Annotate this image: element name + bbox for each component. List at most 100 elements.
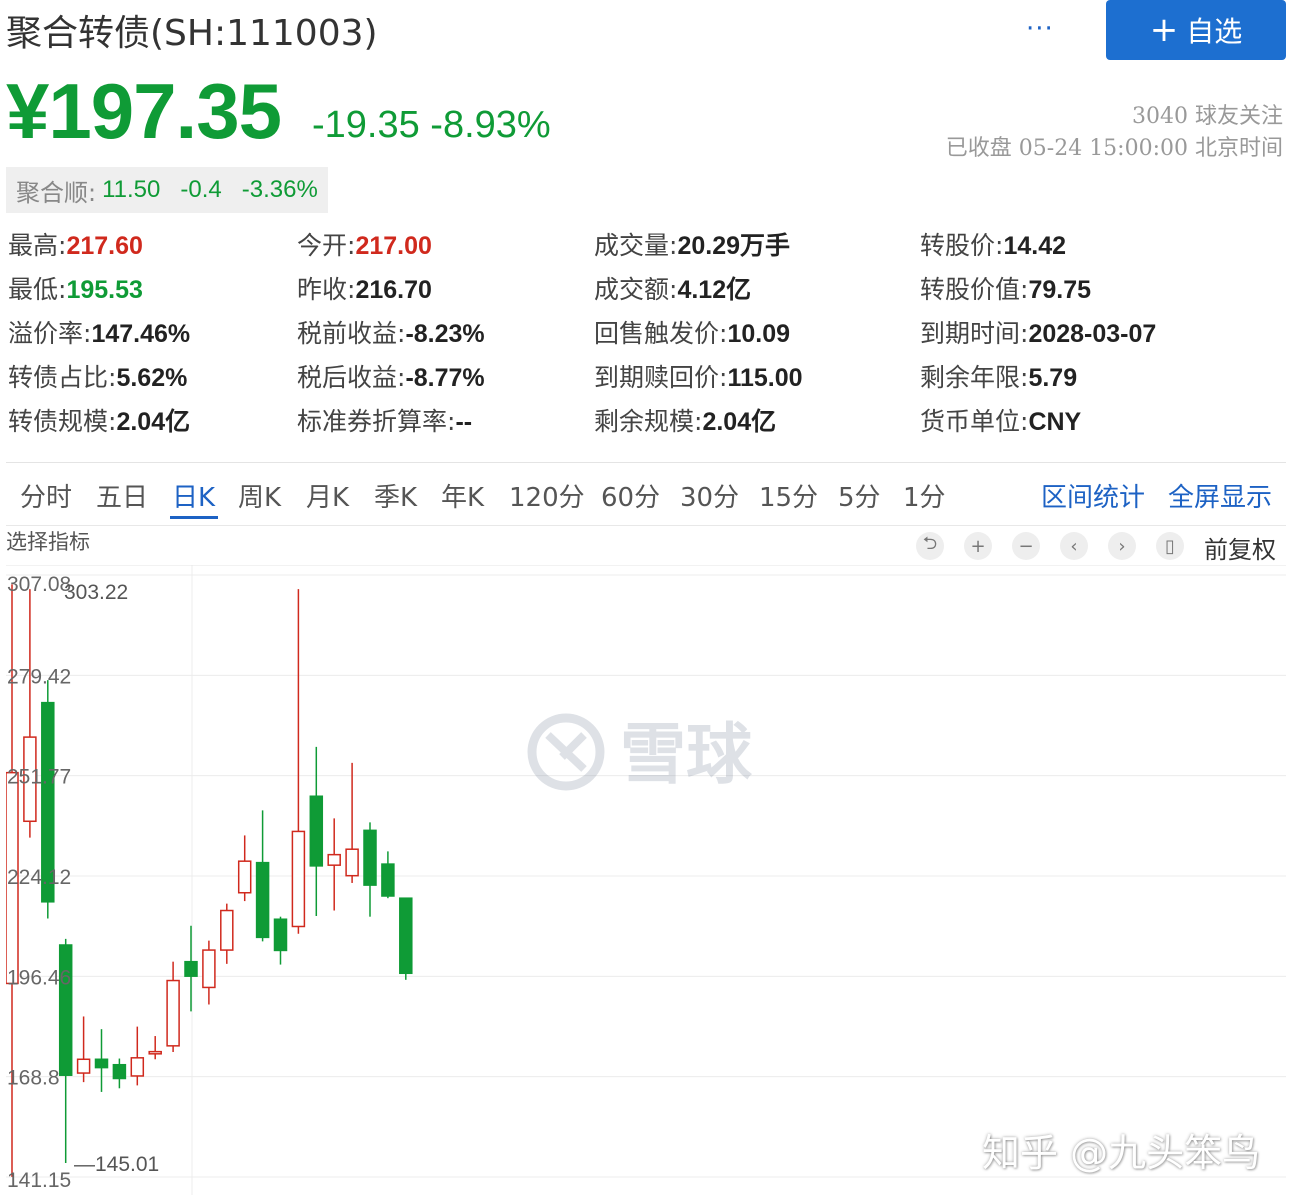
candle-body	[273, 918, 288, 952]
tab-daily-k[interactable]: 日K	[172, 477, 215, 514]
underlying-stock-quote[interactable]: 聚合顺: 11.50 -0.4 -3.36%	[6, 167, 328, 213]
candle	[345, 762, 359, 883]
pan-right-icon[interactable]: ›	[1108, 532, 1136, 560]
range-stats-link[interactable]: 区间统计	[1041, 477, 1145, 514]
price-change: -19.35 -8.93%	[312, 104, 551, 146]
stat-value: 147.46%	[91, 320, 191, 348]
stat-cell: 到期时间:2028-03-07	[920, 314, 1156, 350]
stat-value: 216.70	[355, 276, 432, 304]
candle	[399, 897, 413, 980]
stat-key: 回售触发价:	[594, 319, 728, 348]
candle	[363, 822, 377, 917]
candle	[112, 1058, 127, 1089]
kline-chart[interactable]: 雪球 307.08 279.42 251.77 224.12 196.46 168.8 14…	[6, 565, 1286, 1195]
follower-count[interactable]: 3040 球友关注	[1132, 98, 1283, 130]
watermark-text: 雪球	[620, 716, 753, 793]
stat-key: 今开:	[297, 231, 356, 260]
candle	[76, 1016, 91, 1083]
fullscreen-link[interactable]: 全屏显示	[1168, 477, 1272, 514]
stat-cell: 税前收益:-8.23%	[297, 314, 485, 350]
candle-body	[94, 1058, 109, 1069]
stat-key: 税前收益:	[297, 319, 406, 348]
tab-monthly-k[interactable]: 月K	[306, 477, 349, 514]
candle-body	[327, 853, 341, 866]
candle	[273, 916, 288, 965]
stat-value: 217.60	[66, 232, 143, 260]
stat-value: --	[455, 408, 473, 436]
stat-key: 成交额:	[594, 275, 678, 304]
min-price-label: —145.01	[74, 1153, 159, 1176]
stat-value: 14.42	[1003, 232, 1066, 260]
tab-120min[interactable]: 120分	[509, 477, 585, 514]
tab-1min[interactable]: 1分	[903, 477, 946, 514]
stat-cell: 转债占比:5.62%	[8, 358, 187, 394]
tab-weekly-k[interactable]: 周K	[238, 477, 281, 514]
stat-value: 10.09	[727, 320, 790, 348]
candle	[184, 925, 198, 1012]
stats-row: 溢价率:147.46% 税前收益:-8.23% 回售触发价:10.09 到期时间…	[8, 314, 1288, 358]
stats-row: 转债占比:5.62% 税后收益:-8.77% 到期赎回价:115.00 剩余年限…	[8, 358, 1288, 402]
zoom-out-icon[interactable]: −	[1012, 532, 1040, 560]
stat-key: 最高:	[8, 231, 67, 260]
stat-cell: 剩余年限:5.79	[920, 358, 1077, 394]
tab-five-day[interactable]: 五日	[96, 477, 148, 514]
underlying-stock-change: -0.4	[180, 176, 222, 203]
candle-body	[112, 1063, 127, 1080]
more-icon[interactable]: ···	[1026, 14, 1054, 44]
stat-value: 20.29万手	[677, 232, 790, 260]
add-watchlist-label: 自选	[1186, 15, 1243, 48]
y-tick-label: 251.77	[7, 766, 71, 789]
candle-body	[309, 795, 324, 867]
reset-icon[interactable]: ⮌	[916, 532, 944, 560]
tab-quarterly-k[interactable]: 季K	[374, 477, 417, 514]
indicator-select[interactable]: 选择指标	[6, 526, 90, 556]
tab-yearly-k[interactable]: 年K	[441, 477, 484, 514]
tab-intraday[interactable]: 分时	[20, 477, 72, 514]
stat-value: 217.00	[355, 232, 432, 260]
stat-value: 115.00	[727, 364, 803, 392]
underlying-stock-pct: -3.36%	[241, 176, 318, 203]
stat-cell: 标准券折算率:--	[297, 402, 472, 438]
candle-body	[76, 1058, 91, 1074]
candle-body	[184, 960, 198, 977]
stat-cell: 税后收益:-8.77%	[297, 358, 485, 394]
candle-body	[363, 829, 377, 886]
tab-60min[interactable]: 60分	[601, 477, 660, 514]
stat-key: 到期赎回价:	[594, 363, 728, 392]
tab-5min[interactable]: 5分	[838, 477, 881, 514]
stat-value: 5.79	[1028, 364, 1078, 392]
stat-key: 最低:	[8, 275, 67, 304]
candle	[148, 1036, 162, 1060]
stat-cell: 货币单位:CNY	[920, 402, 1081, 438]
y-tick-label: 279.42	[7, 665, 71, 688]
stat-value: -8.77%	[405, 364, 485, 392]
plus-icon: +	[1149, 10, 1179, 50]
underlying-stock-name[interactable]: 聚合顺:	[16, 173, 96, 208]
axis-labels: 307.08 279.42 251.77 224.12 196.46 168.8 141.1…	[7, 573, 159, 1192]
stat-cell: 到期赎回价:115.00	[594, 358, 803, 394]
candle-icon[interactable]: ▯	[1156, 532, 1184, 560]
candle-body	[148, 1050, 162, 1055]
tab-15min[interactable]: 15分	[759, 477, 818, 514]
add-watchlist-button[interactable]: + 自选	[1106, 0, 1286, 60]
stat-key: 税后收益:	[297, 363, 406, 392]
candle-body	[345, 848, 359, 877]
watermark-logo: 雪球	[527, 713, 753, 793]
zoom-in-icon[interactable]: +	[964, 532, 992, 560]
chart-period-tabs: 分时 五日 日K 周K 月K 季K 年K 120分 60分 30分 15分 5分…	[6, 462, 1286, 526]
stat-value: 79.75	[1028, 276, 1091, 304]
underlying-stock-price: 11.50	[102, 176, 161, 203]
stat-cell: 转股价值:79.75	[920, 270, 1091, 306]
candle	[166, 961, 180, 1053]
candle-body	[166, 979, 180, 1047]
candle	[237, 835, 252, 902]
candle	[202, 940, 216, 1005]
y-tick-label: 196.46	[7, 966, 71, 989]
price-adjust-select[interactable]: 前复权	[1204, 530, 1276, 565]
stats-row: 最高:217.60 今开:217.00 成交量:20.29万手 转股价:14.4…	[8, 226, 1288, 270]
current-price: ¥197.35	[6, 67, 282, 155]
stat-cell: 转股价:14.42	[920, 226, 1066, 262]
pan-left-icon[interactable]: ‹	[1060, 532, 1088, 560]
tab-30min[interactable]: 30分	[680, 477, 739, 514]
stat-key: 转债规模:	[8, 407, 117, 436]
